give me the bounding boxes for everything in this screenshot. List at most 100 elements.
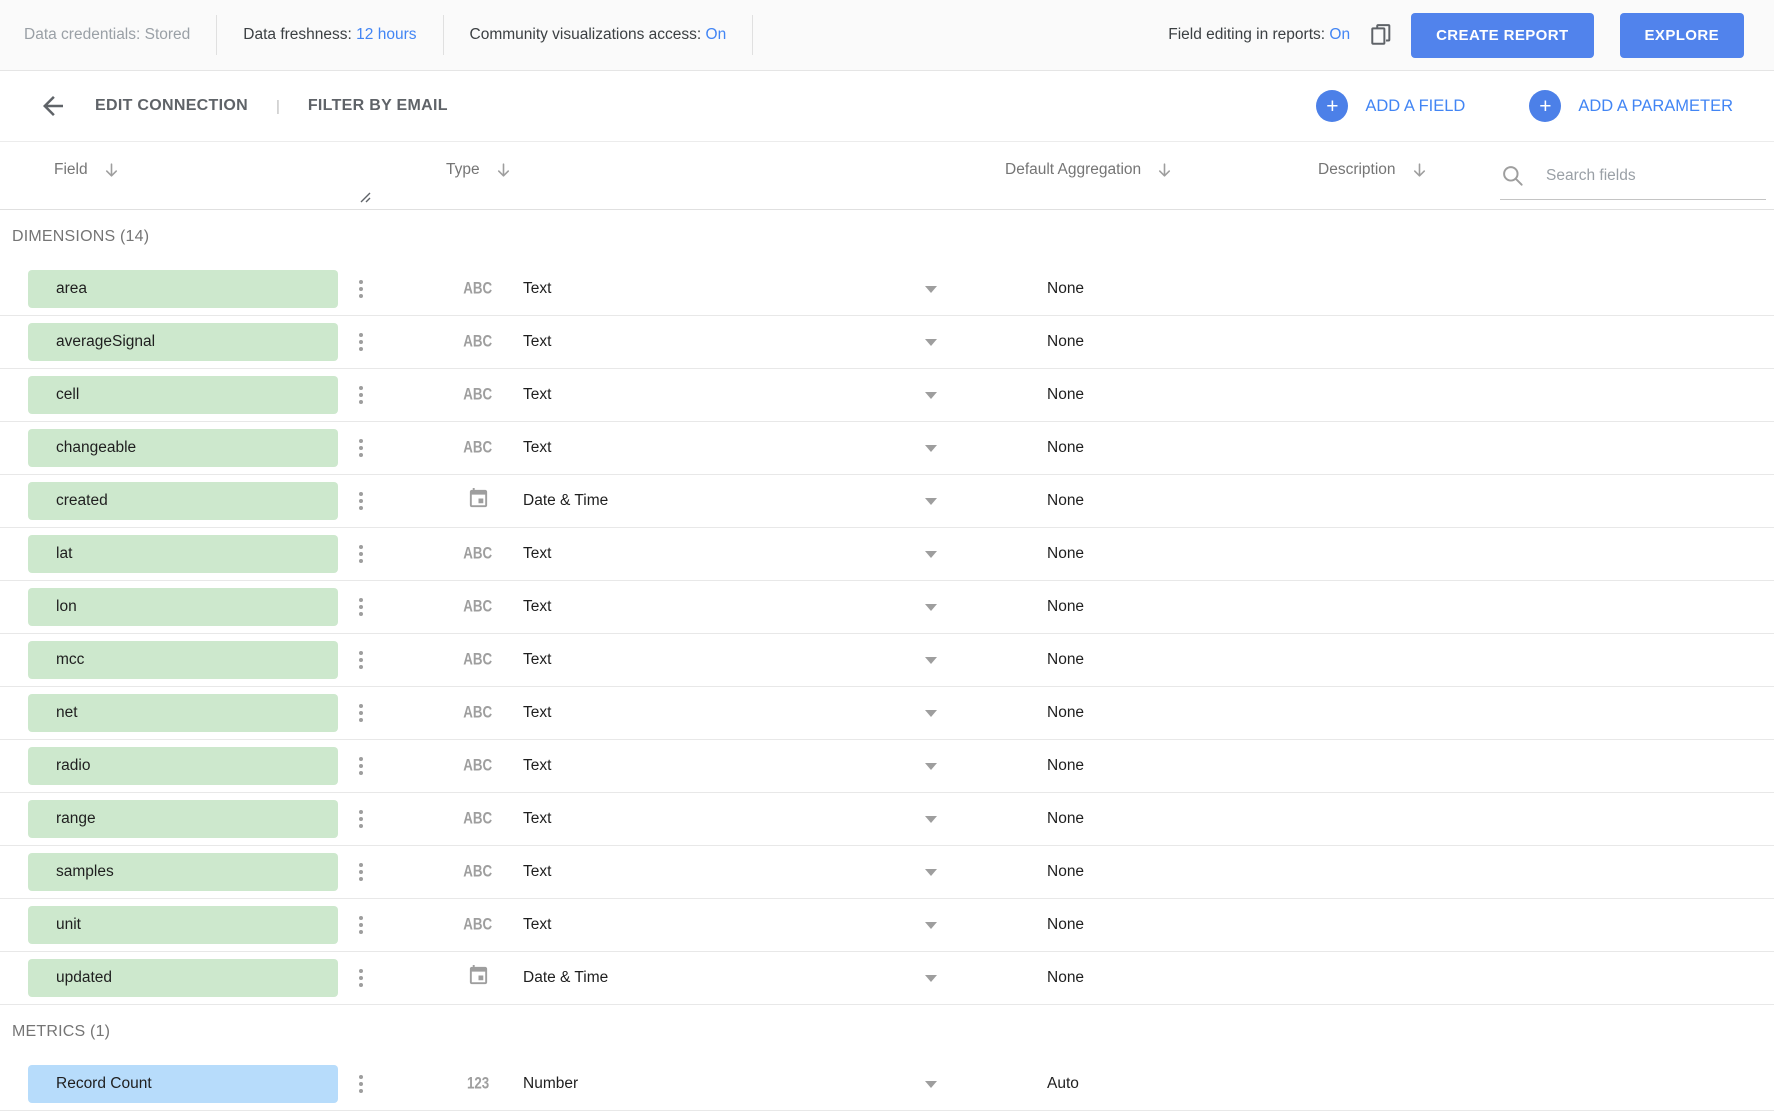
kebab-menu-icon[interactable] bbox=[355, 912, 367, 938]
field-chip[interactable]: cell bbox=[28, 376, 338, 414]
aggregation-value[interactable]: None bbox=[1047, 598, 1774, 616]
section-rows: area ABC 123 Text None averageSignal ABC… bbox=[0, 263, 1774, 1005]
kebab-menu-icon[interactable] bbox=[355, 488, 367, 514]
field-chip[interactable]: range bbox=[28, 800, 338, 838]
table-row: samples ABC 123 Text None bbox=[0, 846, 1774, 899]
type-dropdown-icon[interactable] bbox=[925, 922, 937, 929]
kebab-menu-icon[interactable] bbox=[355, 594, 367, 620]
table-row: lat ABC 123 Text None bbox=[0, 528, 1774, 581]
copy-icon[interactable] bbox=[1366, 20, 1396, 50]
back-arrow-icon[interactable] bbox=[38, 91, 68, 121]
kebab-menu-icon[interactable] bbox=[355, 382, 367, 408]
explore-button[interactable]: EXPLORE bbox=[1620, 13, 1744, 58]
type-label: Number bbox=[523, 1075, 908, 1093]
field-header-label: Field bbox=[54, 161, 88, 179]
type-label: Text bbox=[523, 333, 908, 351]
sort-down-icon[interactable] bbox=[494, 161, 513, 180]
field-chip[interactable]: unit bbox=[28, 906, 338, 944]
field-chip[interactable]: created bbox=[28, 482, 338, 520]
field-chip[interactable]: area bbox=[28, 270, 338, 308]
kebab-menu-icon[interactable] bbox=[355, 753, 367, 779]
text-type-icon: ABC bbox=[464, 651, 493, 669]
type-dropdown-icon[interactable] bbox=[925, 657, 937, 664]
search-fields-input[interactable] bbox=[1546, 167, 1746, 185]
kebab-menu-icon[interactable] bbox=[355, 700, 367, 726]
type-label: Text bbox=[523, 386, 908, 404]
type-dropdown-icon[interactable] bbox=[925, 710, 937, 717]
aggregation-value[interactable]: Auto bbox=[1047, 1075, 1774, 1093]
data-credentials-status[interactable]: Data credentials: Stored bbox=[24, 26, 190, 44]
field-chip[interactable]: radio bbox=[28, 747, 338, 785]
kebab-menu-icon[interactable] bbox=[355, 435, 367, 461]
aggregation-value[interactable]: None bbox=[1047, 492, 1774, 510]
kebab-menu-icon[interactable] bbox=[355, 541, 367, 567]
kebab-menu-icon[interactable] bbox=[355, 1071, 367, 1097]
sort-down-icon[interactable] bbox=[102, 161, 121, 180]
kebab-menu-icon[interactable] bbox=[355, 276, 367, 302]
data-freshness-status[interactable]: Data freshness: 12 hours bbox=[243, 26, 416, 44]
type-dropdown-icon[interactable] bbox=[925, 763, 937, 770]
aggregation-value[interactable]: None bbox=[1047, 757, 1774, 775]
field-chip[interactable]: lon bbox=[28, 588, 338, 626]
type-icon-cell: ABC 123 bbox=[462, 811, 493, 827]
type-dropdown-icon[interactable] bbox=[925, 498, 937, 505]
aggregation-value[interactable]: None bbox=[1047, 545, 1774, 563]
aggregation-value[interactable]: None bbox=[1047, 280, 1774, 298]
kebab-menu-icon[interactable] bbox=[355, 329, 367, 355]
kebab-menu-icon[interactable] bbox=[355, 647, 367, 673]
column-header-field: Field bbox=[54, 142, 121, 198]
type-dropdown-icon[interactable] bbox=[925, 975, 937, 982]
sort-down-icon[interactable] bbox=[1155, 161, 1174, 180]
type-dropdown-icon[interactable] bbox=[925, 604, 937, 611]
column-resize-handle[interactable] bbox=[358, 190, 371, 208]
filter-by-email-link[interactable]: FILTER BY EMAIL bbox=[308, 97, 448, 115]
aggregation-value[interactable]: None bbox=[1047, 704, 1774, 722]
field-editing-status[interactable]: Field editing in reports: On bbox=[1168, 26, 1350, 44]
text-type-icon: ABC bbox=[464, 333, 493, 351]
add-field-button[interactable]: + ADD A FIELD bbox=[1316, 90, 1465, 122]
edit-connection-link[interactable]: EDIT CONNECTION bbox=[95, 97, 248, 115]
aggregation-value[interactable]: None bbox=[1047, 916, 1774, 934]
aggregation-value[interactable]: None bbox=[1047, 969, 1774, 987]
type-dropdown-icon[interactable] bbox=[925, 551, 937, 558]
field-chip[interactable]: Record Count bbox=[28, 1065, 338, 1103]
sort-down-icon[interactable] bbox=[1410, 161, 1429, 180]
aggregation-value[interactable]: None bbox=[1047, 810, 1774, 828]
type-dropdown-icon[interactable] bbox=[925, 445, 937, 452]
aggregation-value[interactable]: None bbox=[1047, 386, 1774, 404]
field-chip[interactable]: updated bbox=[28, 959, 338, 997]
create-report-button[interactable]: CREATE REPORT bbox=[1411, 13, 1593, 58]
field-chip[interactable]: samples bbox=[28, 853, 338, 891]
type-dropdown-icon[interactable] bbox=[925, 1081, 937, 1088]
type-dropdown-icon[interactable] bbox=[925, 392, 937, 399]
type-label: Text bbox=[523, 757, 908, 775]
type-dropdown-icon[interactable] bbox=[925, 869, 937, 876]
data-freshness-value[interactable]: 12 hours bbox=[356, 26, 416, 43]
type-dropdown-icon[interactable] bbox=[925, 339, 937, 346]
kebab-menu-icon[interactable] bbox=[355, 965, 367, 991]
type-label: Text bbox=[523, 651, 908, 669]
field-editing-label: Field editing in reports: bbox=[1168, 26, 1325, 43]
type-dropdown-icon[interactable] bbox=[925, 286, 937, 293]
aggregation-value[interactable]: None bbox=[1047, 333, 1774, 351]
field-chip[interactable]: lat bbox=[28, 535, 338, 573]
community-viz-status[interactable]: Community visualizations access: On bbox=[470, 26, 727, 44]
field-chip[interactable]: averageSignal bbox=[28, 323, 338, 361]
kebab-menu-icon[interactable] bbox=[355, 806, 367, 832]
field-editing-value[interactable]: On bbox=[1329, 26, 1350, 43]
aggregation-value[interactable]: None bbox=[1047, 651, 1774, 669]
kebab-menu-icon[interactable] bbox=[355, 859, 367, 885]
search-fields-box bbox=[1500, 152, 1766, 200]
table-row: Record Count ABC 123 Number Auto bbox=[0, 1058, 1774, 1111]
community-viz-value[interactable]: On bbox=[706, 26, 727, 43]
type-dropdown-icon[interactable] bbox=[925, 816, 937, 823]
aggregation-value[interactable]: None bbox=[1047, 439, 1774, 457]
text-type-icon: ABC bbox=[464, 386, 493, 404]
aggregation-value[interactable]: None bbox=[1047, 863, 1774, 881]
field-section: METRICS (1) Record Count ABC 123 Number … bbox=[0, 1005, 1774, 1111]
field-chip[interactable]: changeable bbox=[28, 429, 338, 467]
add-parameter-button[interactable]: + ADD A PARAMETER bbox=[1529, 90, 1733, 122]
text-type-icon: ABC bbox=[464, 280, 493, 298]
field-chip[interactable]: mcc bbox=[28, 641, 338, 679]
field-chip[interactable]: net bbox=[28, 694, 338, 732]
